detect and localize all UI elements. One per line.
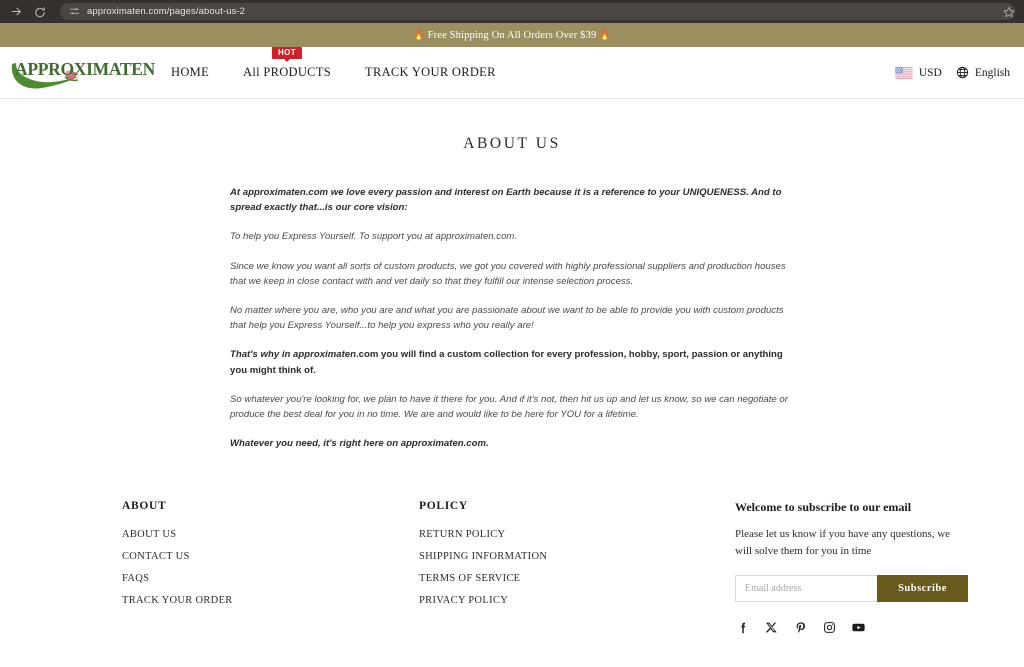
nav-label-home: HOME [171,65,210,79]
footer-link-shipping-information[interactable]: SHIPPING INFORMATION [419,551,735,562]
nav-label-all-products: All PRODUCTS [243,65,332,79]
flame-emoji-left: 🔥 [413,29,425,40]
footer-column-newsletter: Welcome to subscribe to our email Please… [735,500,968,635]
flame-emoji-right: 🔥 [599,29,611,40]
bookmark-star-icon[interactable] [1001,4,1017,20]
paragraph-1: To help you Express Yourself. To support… [230,231,518,243]
reload-icon[interactable] [32,4,48,20]
browser-toolbar: approximaten.com/pages/about-us-2 [0,0,1024,23]
globe-icon [956,66,969,79]
footer-column-about: ABOUT ABOUT US CONTACT US FAQS TRACK YOU… [122,500,419,617]
footer-link-privacy-policy[interactable]: PRIVACY POLICY [419,595,735,606]
social-links [735,620,968,635]
footer-link-about-us[interactable]: ABOUT US [122,529,419,540]
pinterest-icon[interactable] [793,620,808,635]
page-title: ABOUT US [463,135,561,152]
announcement-bar: 🔥 Free Shipping On All Orders Over $39 🔥 [0,23,1024,47]
email-input[interactable] [735,575,877,602]
footer-link-faqs[interactable]: FAQS [122,573,419,584]
x-twitter-icon[interactable] [764,620,779,635]
paragraph-3: No matter where you are, who you are and… [230,305,784,332]
footer-link-terms-of-service[interactable]: TERMS OF SERVICE [419,573,735,584]
site-footer: ABOUT ABOUT US CONTACT US FAQS TRACK YOU… [0,500,1024,635]
paragraph-closing: Whatever you need, it's right here on ap… [230,438,489,450]
logo-wordmark: APPROXIMATEN [15,58,155,79]
nav-item-track-your-order[interactable]: TRACK YOUR ORDER [348,65,513,80]
newsletter-title: Welcome to subscribe to our email [735,500,912,514]
footer-link-contact-us[interactable]: CONTACT US [122,551,419,562]
footer-link-return-policy[interactable]: RETURN POLICY [419,529,735,540]
url-text: approximaten.com/pages/about-us-2 [87,6,246,17]
announcement-text: 🔥 Free Shipping On All Orders Over $39 🔥 [413,30,610,41]
footer-link-track-your-order[interactable]: TRACK YOUR ORDER [122,595,419,606]
hot-badge: HOT [271,47,303,59]
language-selector[interactable]: English [956,66,1010,79]
footer-column-policy: POLICY RETURN POLICY SHIPPING INFORMATIO… [419,500,735,617]
paragraph-2: Since we know you want all sorts of cust… [230,260,786,287]
newsletter-form: Subscribe [735,575,968,602]
facebook-icon[interactable] [735,620,750,635]
instagram-icon[interactable] [822,620,837,635]
footer-heading-policy: POLICY [419,500,468,512]
paragraph-lead: At approximaten.com we love every passio… [230,187,782,214]
main-navigation: HOME HOT All PRODUCTS TRACK YOUR ORDER [154,47,513,80]
newsletter-body: Please let us know if you have any quest… [735,528,951,557]
nav-item-home[interactable]: HOME [154,65,226,80]
footer-heading-about: ABOUT [122,500,167,512]
youtube-icon[interactable] [851,620,866,635]
language-label: English [974,66,1010,79]
forward-arrow-icon[interactable] [8,4,24,20]
address-bar[interactable]: approximaten.com/pages/about-us-2 [60,3,1015,20]
page-main: ABOUT US At approximaten.com we love eve… [0,99,1024,451]
announcement-label: Free Shipping On All Orders Over $39 [427,29,597,41]
currency-selector[interactable]: USD [895,66,942,79]
us-flag-icon [895,66,913,79]
currency-label: USD [918,66,942,79]
subscribe-button[interactable]: Subscribe [877,575,968,602]
paragraph-5: So whatever you're looking for, we plan … [230,393,788,421]
nav-label-track-your-order: TRACK YOUR ORDER [365,65,496,79]
site-header: APPROXIMATEN HOME HOT All PRODUCTS TRACK… [0,47,1024,99]
site-logo[interactable]: APPROXIMATEN [8,50,155,96]
header-utilities: USD English [895,66,1010,79]
about-article: At approximaten.com we love every passio… [230,153,794,451]
nav-item-all-products[interactable]: HOT All PRODUCTS [226,47,348,80]
paragraph-strong: That's why in approximaten.com you will … [230,347,794,377]
tune-sliders-icon[interactable] [69,6,80,17]
paragraph-strong-italic: That's why in approximaten [230,349,356,361]
